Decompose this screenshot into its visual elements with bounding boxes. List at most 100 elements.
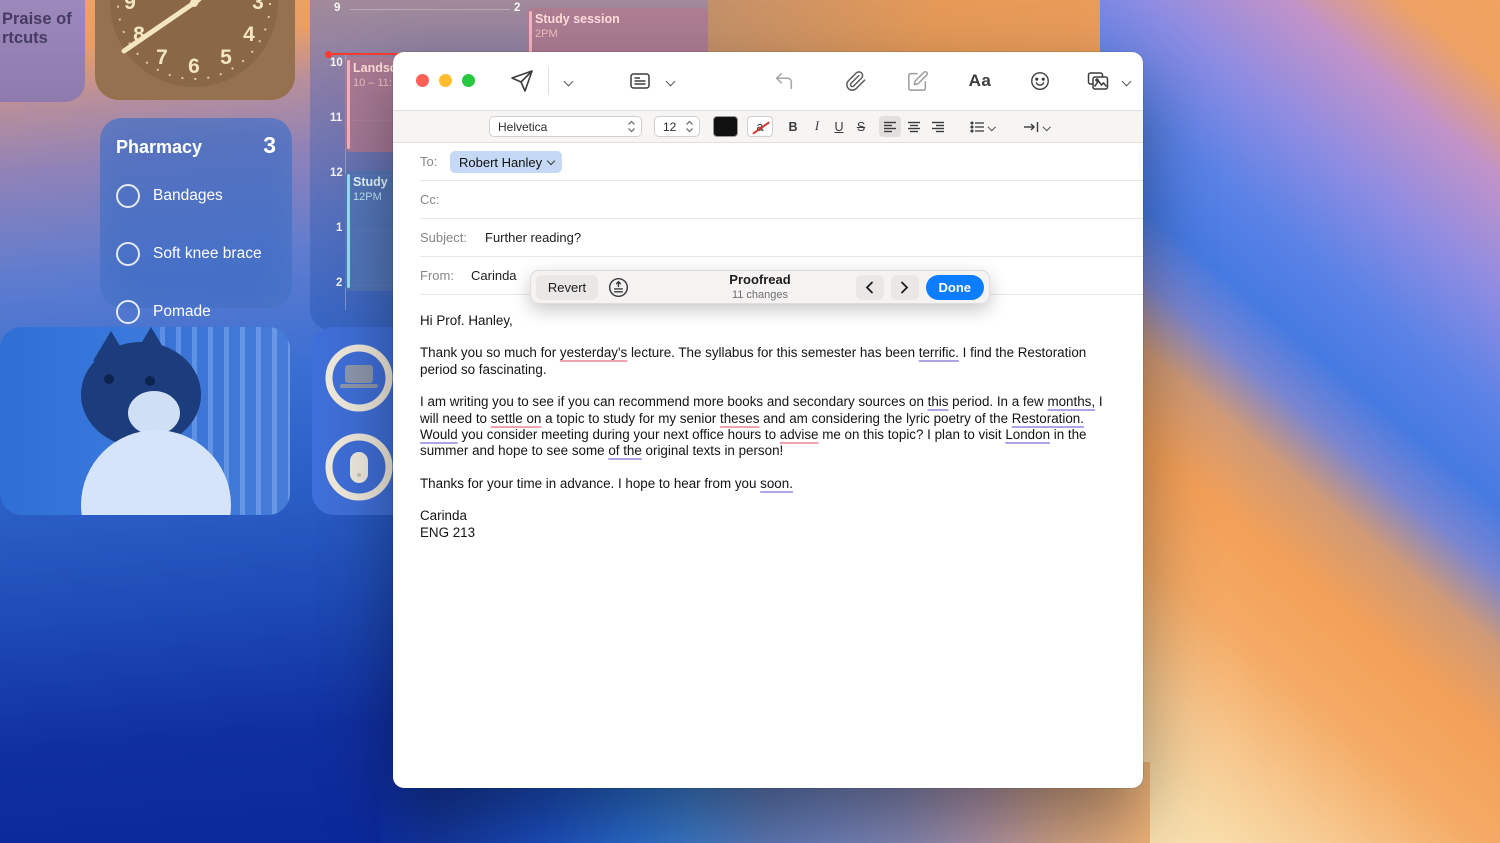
- underline-button[interactable]: U: [829, 116, 849, 137]
- body-paragraph: Carinda: [420, 508, 1120, 524]
- align-center-button[interactable]: [903, 116, 925, 137]
- font-size-select[interactable]: 12: [654, 116, 700, 137]
- proofread-bar: Revert Proofread 11 changes Done: [530, 270, 990, 304]
- recipient-token[interactable]: Robert Hanley: [450, 151, 562, 173]
- photo-widget-cat[interactable]: [0, 327, 290, 515]
- body-paragraph: Thanks for your time in advance. I hope …: [420, 476, 1120, 492]
- proofread-change[interactable]: months,: [1047, 394, 1095, 409]
- reminders-count: 3: [263, 132, 276, 159]
- zoom-button[interactable]: [462, 74, 475, 87]
- reminder-checkbox[interactable]: [116, 242, 140, 266]
- reminder-item[interactable]: Bandages: [116, 184, 276, 208]
- battery-ring-mouse: [320, 428, 398, 506]
- send-icon: [510, 69, 534, 93]
- header-options-button[interactable]: [655, 66, 685, 96]
- indent-button[interactable]: [1019, 116, 1053, 137]
- photo-browser-icon: [1086, 69, 1110, 93]
- mail-compose-window: Aa Helvetica 12: [393, 52, 1143, 788]
- done-button[interactable]: Done: [926, 275, 985, 300]
- align-left-button[interactable]: [879, 116, 901, 137]
- writing-tools-icon: [607, 276, 630, 299]
- proofread-change[interactable]: settle on: [491, 411, 542, 426]
- previous-change-button[interactable]: [856, 275, 884, 300]
- subject-field-row[interactable]: Subject: Further reading?: [393, 219, 1143, 257]
- body-paragraph: I am writing you to see if you can recom…: [420, 394, 1120, 460]
- proofread-change-count: 11 changes: [729, 289, 790, 301]
- to-label: To:: [420, 154, 437, 169]
- proofread-change[interactable]: London: [1005, 427, 1050, 442]
- body-paragraph: Hi Prof. Hanley,: [420, 313, 1120, 329]
- shortcuts-text-widget[interactable]: Praise of rtcuts: [0, 0, 85, 102]
- next-change-button[interactable]: [891, 275, 919, 300]
- proofread-change[interactable]: theses: [720, 411, 759, 426]
- chevron-down-icon: [665, 76, 675, 86]
- undo-button[interactable]: [769, 66, 799, 96]
- from-label: From:: [420, 268, 454, 283]
- clock-number: 4: [243, 23, 255, 47]
- reminder-item[interactable]: Pomade: [116, 300, 276, 324]
- cc-field-row[interactable]: Cc:: [393, 181, 1143, 219]
- bold-button[interactable]: B: [783, 116, 803, 137]
- chevron-down-icon: [1121, 76, 1131, 86]
- reminder-label: Pomade: [153, 303, 211, 321]
- reminders-widget-pharmacy[interactable]: Pharmacy 3 Bandages Soft knee brace Poma…: [100, 118, 292, 308]
- reminder-item[interactable]: Soft knee brace: [116, 242, 276, 266]
- text-color-well[interactable]: [713, 116, 738, 137]
- minimize-button[interactable]: [439, 74, 452, 87]
- calendar-hour-label: 10: [330, 57, 343, 69]
- proofread-change[interactable]: advise: [780, 427, 819, 442]
- send-button[interactable]: [507, 66, 537, 96]
- proofread-change[interactable]: soon.: [760, 476, 793, 491]
- list-style-button[interactable]: [967, 116, 997, 137]
- photo-browser-options-button[interactable]: [1111, 66, 1141, 96]
- strikethrough-button[interactable]: S: [851, 116, 871, 137]
- clock-ticks-and-hands: [95, 0, 295, 100]
- align-right-button[interactable]: [927, 116, 949, 137]
- send-options-button[interactable]: [553, 66, 583, 96]
- proofread-change[interactable]: this: [928, 394, 949, 409]
- proofread-change[interactable]: Would: [420, 427, 458, 442]
- clock-widget[interactable]: 3 4 5 6 7 8 9: [95, 0, 295, 100]
- align-center-icon: [907, 120, 921, 134]
- calendar-hour-label: 12: [330, 167, 343, 179]
- proofread-change[interactable]: yesterday's: [560, 345, 627, 360]
- chevron-down-icon: [563, 76, 573, 86]
- markup-button[interactable]: [903, 66, 933, 96]
- reminder-label: Soft knee brace: [153, 245, 262, 263]
- cat-face: [128, 391, 180, 435]
- reminder-label: Bandages: [153, 187, 223, 205]
- to-field-row[interactable]: To: Robert Hanley: [393, 143, 1143, 181]
- italic-button[interactable]: I: [807, 116, 827, 137]
- text-widget-line: rtcuts: [2, 29, 85, 48]
- header-fields-button[interactable]: [625, 66, 655, 96]
- emoji-button[interactable]: [1025, 66, 1055, 96]
- calendar-hour-label: 2: [336, 277, 342, 289]
- close-button[interactable]: [416, 74, 429, 87]
- chevron-down-icon: [547, 157, 555, 165]
- font-family-select[interactable]: Helvetica: [489, 116, 642, 137]
- highlight-color-button[interactable]: a: [747, 116, 773, 137]
- photo-browser-button[interactable]: [1083, 66, 1113, 96]
- proofread-change[interactable]: Restoration.: [1012, 411, 1084, 426]
- proofread-change[interactable]: of the: [608, 443, 642, 458]
- attach-button[interactable]: [841, 66, 871, 96]
- email-body[interactable]: Hi Prof. Hanley, Thank you so much for ye…: [420, 313, 1120, 557]
- revert-button[interactable]: Revert: [536, 275, 598, 300]
- reminder-checkbox[interactable]: [116, 184, 140, 208]
- calendar-hour-label: 9: [334, 2, 340, 14]
- chevron-down-icon: [1043, 123, 1051, 131]
- highlight-glyph: a: [757, 120, 764, 134]
- clock-number: 5: [220, 46, 232, 70]
- cat-eye: [145, 376, 155, 386]
- proofread-change[interactable]: terrific.: [919, 345, 959, 360]
- recipient-name: Robert Hanley: [459, 155, 542, 170]
- paperclip-icon: [845, 70, 867, 92]
- desktop: Praise of rtcuts 3 4 5 6 7 8 9 Pharmacy …: [0, 0, 1500, 843]
- markup-icon: [907, 70, 929, 92]
- body-paragraph: Thank you so much for yesterday's lectur…: [420, 345, 1120, 378]
- reminder-checkbox[interactable]: [116, 300, 140, 324]
- format-button[interactable]: Aa: [965, 66, 995, 96]
- from-value: Carinda: [471, 268, 517, 283]
- writing-tools-button[interactable]: [605, 275, 632, 300]
- calendar-gridline: [350, 9, 510, 10]
